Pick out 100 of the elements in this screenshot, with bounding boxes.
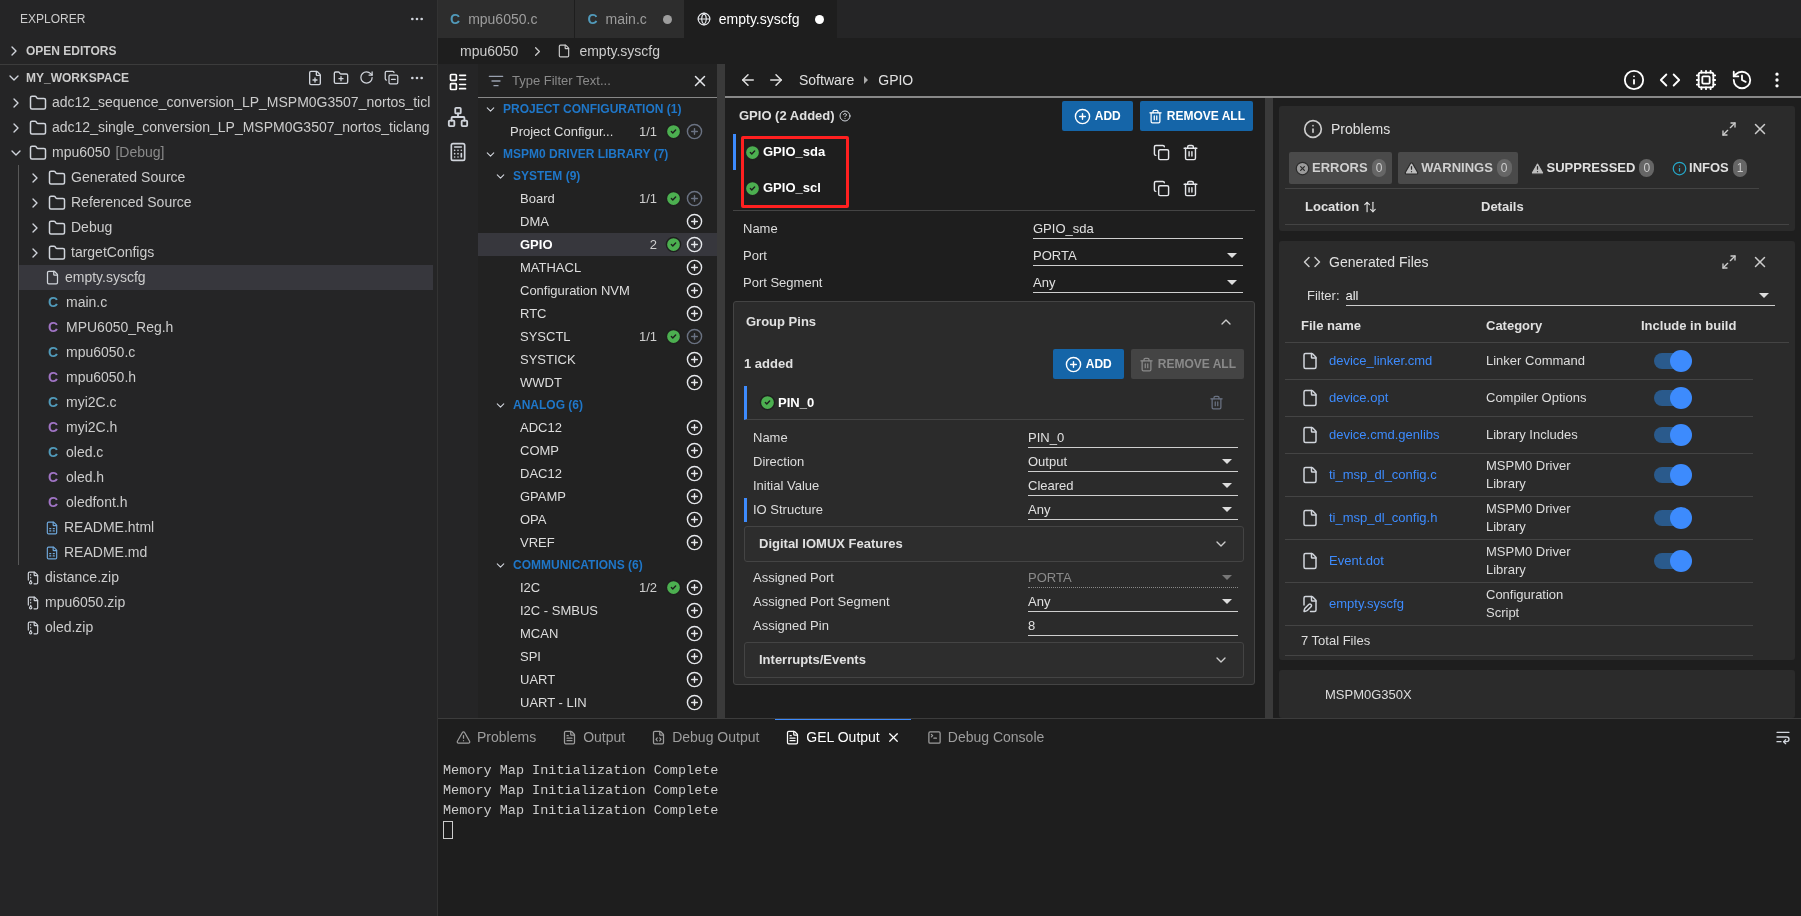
delete-icon[interactable] bbox=[1182, 179, 1199, 197]
module-item[interactable]: Project Configur... 1/1 bbox=[478, 120, 717, 143]
module-item[interactable]: UART bbox=[478, 668, 717, 691]
column-header[interactable]: Location bbox=[1305, 196, 1481, 217]
explorer-item[interactable]: empty.syscfg bbox=[19, 265, 433, 290]
explorer-item[interactable]: C oled.c bbox=[19, 440, 433, 465]
file-link[interactable]: device.cmd.genlibs bbox=[1329, 425, 1440, 445]
explorer-item[interactable]: C myi2C.c bbox=[19, 390, 433, 415]
help-icon[interactable] bbox=[838, 110, 851, 122]
explorer-item[interactable]: C mpu6050.h bbox=[19, 365, 433, 390]
explorer-item[interactable]: adc12_single_conversion_LP_MSPM0G3507_nortos_ticlang bbox=[0, 115, 433, 140]
collapsible-section[interactable]: Interrupts/Events bbox=[744, 642, 1244, 678]
info-icon[interactable] bbox=[1623, 69, 1645, 91]
explorer-item[interactable]: C mpu6050.c bbox=[19, 340, 433, 365]
copy-icon[interactable] bbox=[1153, 143, 1170, 161]
module-item[interactable]: DAC12 bbox=[478, 462, 717, 485]
explorer-item[interactable]: distance.zip bbox=[0, 565, 433, 590]
text-field[interactable]: GPIO_sda bbox=[1033, 218, 1243, 240]
back-icon[interactable] bbox=[739, 71, 757, 89]
forward-icon[interactable] bbox=[767, 71, 785, 89]
explorer-item[interactable]: C oledfont.h bbox=[19, 490, 433, 515]
editor-tab[interactable]: C main.c bbox=[575, 0, 685, 38]
file-link[interactable]: ti_msp_dl_config.c bbox=[1329, 465, 1437, 485]
calculator-icon[interactable] bbox=[448, 142, 468, 162]
expand-icon[interactable] bbox=[1721, 121, 1737, 137]
module-item[interactable]: DMA bbox=[478, 210, 717, 233]
problem-filter[interactable]: ERRORS 0 bbox=[1289, 152, 1393, 184]
file-link[interactable]: ti_msp_dl_config.h bbox=[1329, 508, 1438, 528]
nav-link[interactable]: Software bbox=[799, 69, 855, 91]
select-field[interactable]: PORTA bbox=[1033, 245, 1243, 267]
explorer-item[interactable]: README.html bbox=[19, 515, 433, 540]
select-field[interactable]: Any bbox=[1033, 272, 1243, 294]
instance-item[interactable]: GPIO_scl bbox=[733, 170, 1255, 206]
instance-item[interactable]: GPIO_sda bbox=[733, 134, 1255, 170]
module-item[interactable]: SYSTICK bbox=[478, 348, 717, 371]
delete-icon[interactable] bbox=[1182, 143, 1199, 161]
file-link[interactable]: device_linker.cmd bbox=[1329, 351, 1433, 371]
module-item[interactable]: Board 1/1 bbox=[478, 187, 717, 210]
editor-tab[interactable]: C mpu6050.c bbox=[438, 0, 576, 38]
filter-field[interactable]: Type Filter Text... bbox=[512, 70, 683, 91]
module-item[interactable]: WWDT bbox=[478, 371, 717, 394]
refresh-icon[interactable] bbox=[359, 70, 374, 85]
explorer-item[interactable]: oled.zip bbox=[0, 615, 433, 640]
module-item[interactable]: VREF bbox=[478, 531, 717, 554]
select-field[interactable]: Cleared bbox=[1028, 475, 1238, 497]
module-item[interactable]: MCAN bbox=[478, 622, 717, 645]
collapse-all-icon[interactable] bbox=[384, 70, 399, 85]
explorer-item[interactable]: Referenced Source bbox=[19, 190, 433, 215]
breadcrumb-item[interactable]: mpu6050 bbox=[460, 40, 519, 62]
module-item[interactable]: GPAMP bbox=[478, 485, 717, 508]
add-button[interactable]: ADD bbox=[1061, 101, 1133, 131]
pin-item[interactable]: PIN_0 bbox=[744, 386, 1244, 420]
history-icon[interactable] bbox=[1731, 69, 1753, 91]
problem-filter[interactable]: SUPPRESSED 0 bbox=[1523, 152, 1661, 184]
explorer-item[interactable]: Generated Source bbox=[19, 165, 433, 190]
explorer-item[interactable]: adc12_sequence_conversion_LP_MSPM0G3507_nortos_ticl bbox=[0, 90, 433, 115]
module-list-icon[interactable] bbox=[448, 72, 468, 92]
module-item[interactable]: SYSCTL 1/1 bbox=[478, 325, 717, 348]
panel-tab[interactable]: Debug Output bbox=[641, 719, 770, 755]
text-field[interactable]: PIN_0 bbox=[1028, 427, 1238, 449]
problem-filter[interactable]: INFOS 1 bbox=[1666, 152, 1754, 184]
explorer-item[interactable]: C myi2C.h bbox=[19, 415, 433, 440]
module-item[interactable]: I2C 1/2 bbox=[478, 576, 717, 599]
filter-select[interactable]: all bbox=[1345, 285, 1775, 307]
text-field[interactable]: 8 bbox=[1028, 615, 1238, 637]
file-link[interactable]: empty.syscfg bbox=[1329, 594, 1404, 614]
select-field[interactable]: Any bbox=[1028, 499, 1238, 521]
explorer-item[interactable]: C oled.h bbox=[19, 465, 433, 490]
module-item[interactable]: OPA bbox=[478, 508, 717, 531]
topology-icon[interactable] bbox=[447, 106, 469, 128]
collapsible-section[interactable]: Digital IOMUX Features bbox=[744, 526, 1244, 562]
clear-output-icon[interactable] bbox=[1775, 729, 1791, 745]
chip-icon[interactable] bbox=[1695, 69, 1717, 91]
group-pins-header[interactable]: Group Pins bbox=[744, 302, 1244, 342]
section-header[interactable]: MY_WORKSPACE bbox=[0, 64, 437, 90]
module-item[interactable]: COMP bbox=[478, 439, 717, 462]
explorer-item[interactable]: C main.c bbox=[19, 290, 433, 315]
explorer-item[interactable]: C MPU6050_Reg.h bbox=[19, 315, 433, 340]
new-folder-icon[interactable] bbox=[333, 69, 349, 86]
module-item[interactable]: SPI bbox=[478, 645, 717, 668]
module-item[interactable]: GPIO 2 bbox=[478, 233, 717, 256]
select-field[interactable]: Any bbox=[1028, 591, 1238, 613]
module-item[interactable]: RTC bbox=[478, 302, 717, 325]
panel-tab[interactable]: Problems bbox=[446, 719, 547, 755]
file-link[interactable]: Event.dot bbox=[1329, 551, 1384, 571]
panel-tab[interactable]: Output bbox=[552, 719, 636, 755]
add-button[interactable]: ADD bbox=[1052, 349, 1124, 379]
explorer-item[interactable]: README.md bbox=[19, 540, 433, 565]
explorer-item[interactable]: mpu6050.zip bbox=[0, 590, 433, 615]
remove-all-button[interactable]: REMOVE ALL bbox=[1139, 101, 1253, 131]
problem-filter[interactable]: WARNINGS 0 bbox=[1398, 152, 1518, 184]
new-file-icon[interactable] bbox=[307, 69, 323, 86]
file-link[interactable]: device.opt bbox=[1329, 388, 1389, 408]
explorer-item[interactable]: mpu6050 [Debug] bbox=[0, 140, 433, 165]
copy-icon[interactable] bbox=[1153, 179, 1170, 197]
panel-tab[interactable]: GEL Output bbox=[775, 719, 911, 755]
select-field[interactable]: Output bbox=[1028, 451, 1238, 473]
section-header[interactable]: OPEN EDITORS bbox=[0, 38, 437, 64]
module-item[interactable]: I2C - SMBUS bbox=[478, 599, 717, 622]
panel-tab[interactable]: Debug Console bbox=[916, 719, 1055, 755]
